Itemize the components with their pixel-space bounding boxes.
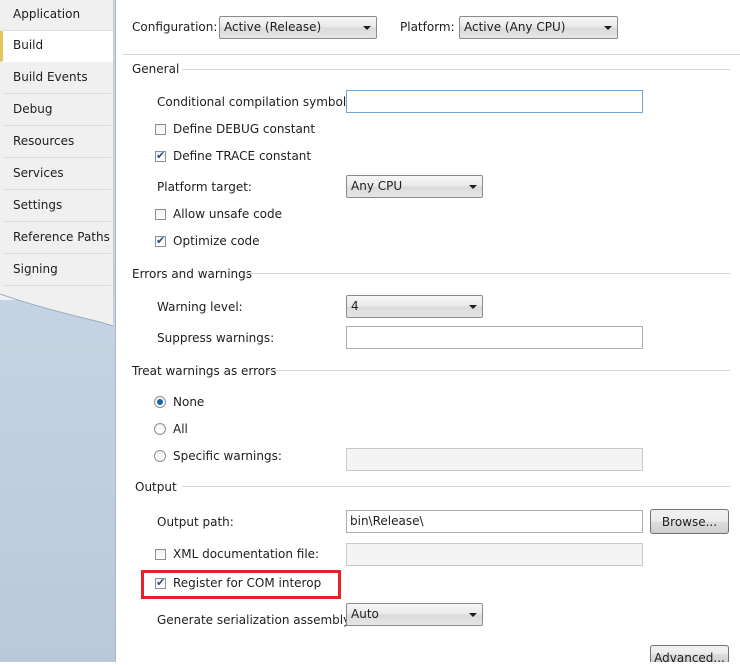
warning-level-label: Warning level: — [157, 300, 243, 314]
specific-warnings-input[interactable] — [346, 448, 643, 471]
xml-doc-label: XML documentation file: — [173, 547, 320, 561]
general-group-title: General — [132, 62, 180, 76]
allow-unsafe-label: Allow unsafe code — [173, 207, 283, 221]
sidebar-item-services[interactable]: Services — [3, 159, 111, 190]
define-trace-checkbox[interactable]: ✔ — [155, 149, 166, 162]
configuration-dropdown[interactable]: Active (Release) — [219, 16, 377, 39]
treat-all-radio[interactable] — [154, 423, 166, 435]
output-group-line — [182, 486, 730, 487]
optimize-code-label: Optimize code — [173, 234, 260, 248]
treat-specific-label: Specific warnings: — [173, 449, 282, 463]
browse-button[interactable]: Browse... — [650, 509, 729, 534]
xml-doc-checkbox[interactable] — [155, 549, 166, 560]
sidebar-item-label: Resources — [13, 134, 75, 148]
output-path-label: Output path: — [157, 515, 234, 529]
treat-group-line — [268, 370, 730, 371]
output-group-title: Output — [135, 480, 177, 494]
sidebar-item-label: Build Events — [13, 70, 88, 84]
checkmark-icon: ✔ — [156, 234, 166, 247]
configuration-value: Active (Release) — [224, 20, 322, 34]
checkmark-icon: ✔ — [156, 576, 166, 589]
platform-label: Platform: — [400, 20, 455, 34]
com-interop-checkbox[interactable]: ✔ — [155, 576, 166, 589]
sidebar-item-label: Reference Paths — [13, 230, 110, 244]
configuration-label: Configuration: — [132, 20, 218, 34]
advanced-button[interactable]: Advanced... — [650, 645, 729, 665]
sidebar-item-resources[interactable]: Resources — [3, 127, 111, 158]
sidebar-item-debug[interactable]: Debug — [3, 95, 111, 126]
cond-symbols-input[interactable] — [346, 90, 643, 113]
treat-all-label: All — [173, 422, 188, 436]
sidebar-item-signing[interactable]: Signing — [3, 255, 111, 286]
optimize-code-checkbox[interactable]: ✔ — [155, 234, 166, 247]
sidebar-item-application[interactable]: Application — [3, 0, 111, 31]
top-separator — [123, 54, 740, 55]
content-divider — [115, 0, 116, 662]
sidebar-item-label: Settings — [13, 198, 63, 212]
serialization-value: Auto — [351, 607, 379, 621]
define-trace-label: Define TRACE constant — [173, 149, 312, 163]
allow-unsafe-checkbox[interactable] — [155, 209, 166, 220]
suppress-warnings-label: Suppress warnings: — [157, 331, 275, 345]
sidebar-item-label: Build — [13, 38, 44, 52]
general-group-line — [182, 69, 730, 70]
suppress-warnings-input[interactable] — [346, 326, 643, 349]
define-debug-checkbox[interactable] — [155, 124, 166, 135]
treat-group-title: Treat warnings as errors — [132, 364, 277, 378]
sidebar-item-build[interactable]: Build — [0, 31, 113, 62]
platform-target-label: Platform target: — [157, 180, 252, 194]
platform-target-value: Any CPU — [351, 179, 403, 193]
output-path-input[interactable]: bin\Release\ — [346, 510, 643, 533]
radio-dot-icon — [157, 399, 163, 405]
dropdown-arrow-icon — [469, 613, 477, 617]
sidebar-item-label: Services — [13, 166, 64, 180]
dropdown-arrow-icon — [469, 305, 477, 309]
sidebar-item-reference-paths[interactable]: Reference Paths — [3, 223, 111, 254]
platform-value: Active (Any CPU) — [464, 20, 566, 34]
warning-level-value: 4 — [351, 299, 359, 313]
platform-target-dropdown[interactable]: Any CPU — [346, 175, 483, 198]
sidebar-item-label: Signing — [13, 262, 58, 276]
serialization-label: Generate serialization assembly: — [157, 613, 354, 627]
errors-group-line — [246, 273, 730, 274]
treat-specific-radio[interactable] — [154, 450, 166, 462]
errors-group-title: Errors and warnings — [132, 267, 253, 281]
sidebar-item-label: Debug — [13, 102, 53, 116]
warning-level-dropdown[interactable]: 4 — [346, 295, 483, 318]
dropdown-arrow-icon — [604, 26, 612, 30]
platform-dropdown[interactable]: Active (Any CPU) — [459, 16, 618, 39]
serialization-dropdown[interactable]: Auto — [346, 603, 483, 626]
treat-none-label: None — [173, 395, 205, 409]
sidebar-item-label: Application — [13, 7, 81, 21]
sidebar-curve — [0, 282, 114, 327]
cond-symbols-label: Conditional compilation symbols: — [157, 95, 357, 109]
define-debug-label: Define DEBUG constant — [173, 122, 316, 136]
treat-none-radio[interactable] — [154, 396, 166, 408]
sidebar: Application Build Build Events Debug Res… — [0, 0, 116, 662]
sidebar-item-build-events[interactable]: Build Events — [3, 63, 111, 94]
dropdown-arrow-icon — [363, 26, 371, 30]
xml-doc-input[interactable] — [346, 543, 643, 566]
com-interop-label: Register for COM interop — [173, 576, 322, 590]
dropdown-arrow-icon — [469, 185, 477, 189]
sidebar-item-settings[interactable]: Settings — [3, 191, 111, 222]
checkmark-icon: ✔ — [156, 149, 166, 162]
